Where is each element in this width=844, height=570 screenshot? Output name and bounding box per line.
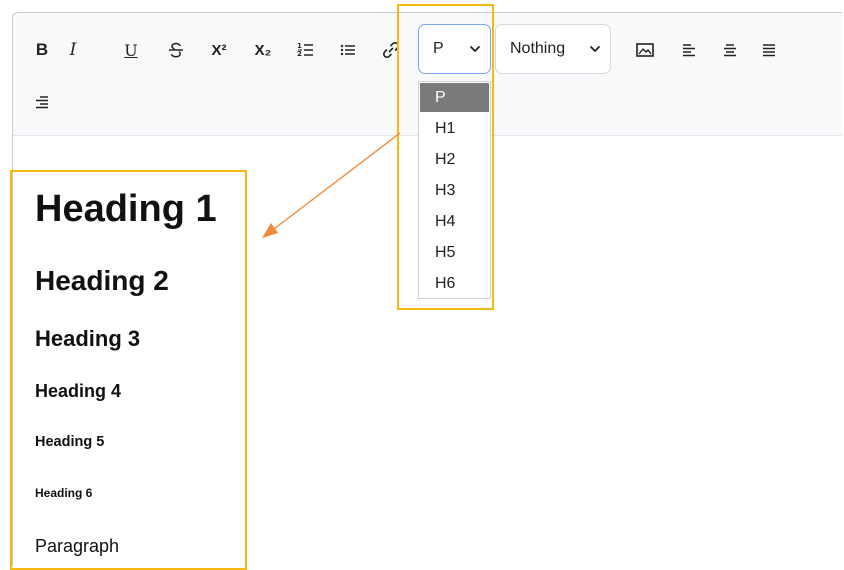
editor-frame: B I U X² X₂ 1 2 P Nothing Heading 1 Head… [12,12,842,566]
option-h3[interactable]: H3 [419,175,490,206]
align-left-icon [683,44,695,57]
subscript-button[interactable]: X₂ [249,38,277,62]
ordered-list-icon: 1 2 [297,42,313,58]
insert-image-button[interactable] [633,38,657,62]
image-icon [636,43,654,57]
option-h5[interactable]: H5 [419,237,490,268]
font-select[interactable]: Nothing [495,24,611,74]
link-icon [383,42,399,58]
block-format-value: P [433,40,444,57]
heading-6: Heading 6 [35,486,93,500]
align-justify-icon [763,44,775,57]
option-h6[interactable]: H6 [419,268,490,299]
block-format-select[interactable]: P [418,24,491,74]
align-justify-button[interactable] [757,38,781,62]
align-left-button[interactable] [677,38,701,62]
heading-3: Heading 3 [35,326,141,351]
font-select-value: Nothing [510,40,566,57]
chevron-down-icon [470,46,480,52]
svg-text:1: 1 [297,42,302,50]
align-right-icon [36,96,48,109]
align-center-icon [724,44,736,57]
chevron-down-icon [590,46,600,52]
option-p[interactable]: P [420,83,489,112]
svg-text:2: 2 [297,50,302,58]
heading-4: Heading 4 [35,381,122,401]
bullet-list-button[interactable] [336,38,360,62]
heading-2: Heading 2 [35,265,169,296]
paragraph: Paragraph [35,536,120,556]
option-h4[interactable]: H4 [419,206,490,237]
underline-button[interactable]: U [119,38,143,62]
bold-button[interactable]: B [30,38,54,62]
bullet-list-icon [340,44,355,56]
heading-5: Heading 5 [35,434,105,450]
ordered-list-button[interactable]: 1 2 [293,38,317,62]
block-format-dropdown: P H1 H2 H3 H4 H5 H6 [418,81,491,299]
heading-1: Heading 1 [35,188,217,230]
align-center-button[interactable] [718,38,742,62]
align-right-button[interactable] [30,90,54,114]
strikethrough-icon [169,42,183,58]
link-button[interactable] [379,38,403,62]
italic-button[interactable]: I [61,38,85,62]
strikethrough-button[interactable] [164,38,188,62]
option-h2[interactable]: H2 [419,144,490,175]
option-h1[interactable]: H1 [419,113,490,144]
superscript-button[interactable]: X² [205,38,233,62]
